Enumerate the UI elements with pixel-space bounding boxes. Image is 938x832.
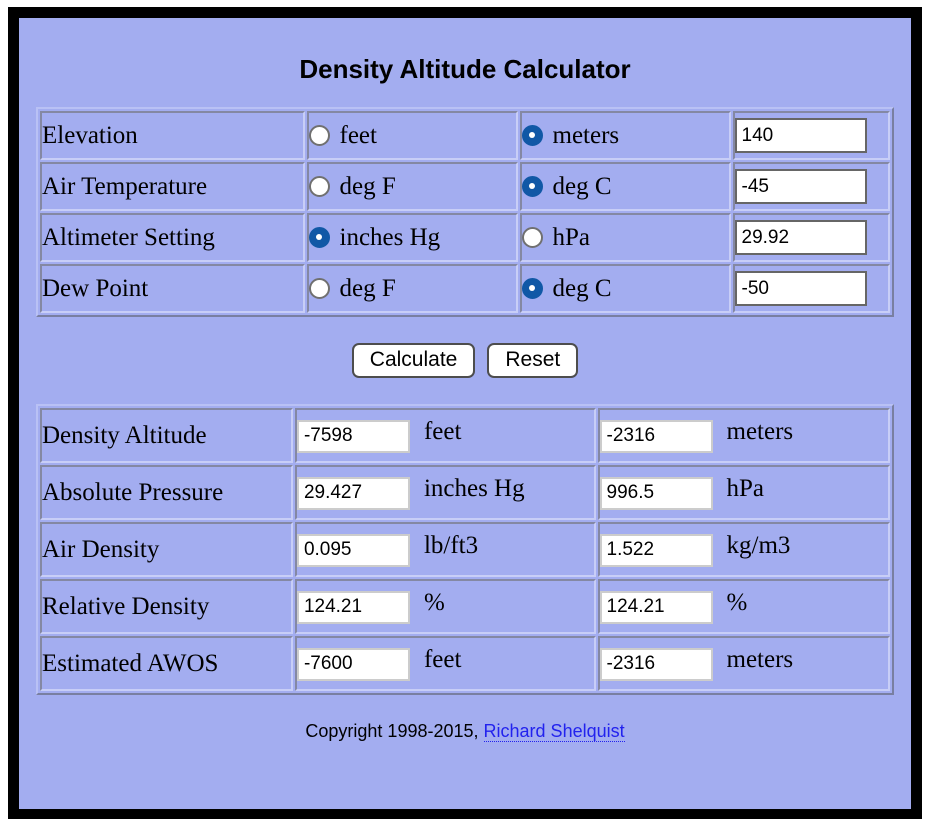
radio-icon[interactable] — [308, 226, 330, 248]
unit-label: % — [423, 589, 445, 617]
result-cell-estimated-awos-left: feet — [294, 636, 596, 692]
result-cell-absolute-pressure-right: hPa — [597, 465, 890, 521]
result-cell-density-altitude-right: meters — [597, 408, 890, 464]
relative-density-right-output[interactable] — [599, 590, 713, 624]
input-label-elevation: Elevation — [40, 111, 305, 160]
density-altitude-feet-output[interactable] — [296, 419, 410, 453]
footer: Copyright 1998-2015, Richard Shelquist — [19, 695, 911, 743]
radio-icon[interactable] — [521, 175, 543, 197]
dew-point-input[interactable] — [734, 271, 867, 306]
input-field-cell-dew-point — [732, 264, 890, 313]
table-row: Estimated AWOS feet meters — [40, 636, 890, 692]
unit-option-label: inches Hg — [339, 223, 441, 251]
air-density-lbft3-output[interactable] — [296, 533, 410, 567]
unit-option-altimeter-setting-b[interactable]: hPa — [519, 213, 731, 262]
unit-option-dew-point-a[interactable]: deg F — [306, 264, 518, 313]
unit-label: hPa — [726, 475, 765, 503]
input-label-air-temperature: Air Temperature — [40, 162, 305, 211]
table-row: Density Altitude feet meters — [40, 408, 890, 464]
result-cell-absolute-pressure-left: inches Hg — [294, 465, 596, 521]
altimeter-setting-input[interactable] — [734, 220, 867, 255]
radio-icon[interactable] — [521, 226, 543, 248]
result-label-relative-density: Relative Density — [40, 579, 293, 635]
relative-density-left-output[interactable] — [296, 590, 410, 624]
radio-icon[interactable] — [308, 124, 330, 146]
result-cell-air-density-right: kg/m3 — [597, 522, 890, 578]
result-label-air-density: Air Density — [40, 522, 293, 578]
input-field-cell-elevation — [732, 111, 890, 160]
air-temperature-input[interactable] — [734, 169, 867, 204]
radio-icon[interactable] — [308, 277, 330, 299]
result-label-estimated-awos: Estimated AWOS — [40, 636, 293, 692]
unit-label: kg/m3 — [726, 532, 791, 560]
unit-label: meters — [726, 418, 794, 446]
result-label-absolute-pressure: Absolute Pressure — [40, 465, 293, 521]
calculate-button[interactable]: Calculate — [351, 343, 476, 379]
unit-option-label: meters — [552, 121, 620, 149]
unit-option-label: feet — [339, 121, 377, 149]
result-cell-density-altitude-left: feet — [294, 408, 596, 464]
result-cell-air-density-left: lb/ft3 — [294, 522, 596, 578]
input-field-cell-altimeter-setting — [732, 213, 890, 262]
radio-icon[interactable] — [521, 124, 543, 146]
radio-icon[interactable] — [308, 175, 330, 197]
page-frame: Density Altitude Calculator Elevation fe… — [8, 7, 922, 819]
results-table: Density Altitude feet meters Absolute Pr… — [36, 404, 894, 696]
unit-option-elevation-a[interactable]: feet — [306, 111, 518, 160]
copyright-text: Copyright 1998-2015, — [305, 721, 479, 742]
page-title: Density Altitude Calculator — [299, 54, 631, 84]
unit-label: lb/ft3 — [423, 532, 479, 560]
unit-option-air-temperature-b[interactable]: deg C — [519, 162, 731, 211]
absolute-pressure-hpa-output[interactable] — [599, 476, 713, 510]
unit-option-altimeter-setting-a[interactable]: inches Hg — [306, 213, 518, 262]
radio-icon[interactable] — [521, 277, 543, 299]
density-altitude-meters-output[interactable] — [599, 419, 713, 453]
estimated-awos-meters-output[interactable] — [599, 647, 713, 681]
result-cell-relative-density-left: % — [294, 579, 596, 635]
unit-label: feet — [423, 418, 462, 446]
unit-option-dew-point-b[interactable]: deg C — [519, 264, 731, 313]
unit-option-air-temperature-a[interactable]: deg F — [306, 162, 518, 211]
input-label-altimeter-setting: Altimeter Setting — [40, 213, 305, 262]
input-label-dew-point: Dew Point — [40, 264, 305, 313]
estimated-awos-feet-output[interactable] — [296, 647, 410, 681]
author-link[interactable]: Richard Shelquist — [483, 721, 625, 743]
unit-option-label: deg F — [339, 172, 396, 200]
unit-option-label: deg C — [552, 274, 612, 302]
unit-label: % — [726, 589, 748, 617]
unit-option-label: hPa — [552, 223, 591, 251]
button-row: Calculate Reset — [19, 317, 911, 379]
reset-button[interactable]: Reset — [487, 343, 579, 379]
elevation-input[interactable] — [734, 118, 867, 153]
absolute-pressure-inhg-output[interactable] — [296, 476, 410, 510]
air-density-kgm3-output[interactable] — [599, 533, 713, 567]
result-cell-estimated-awos-right: meters — [597, 636, 890, 692]
input-field-cell-air-temperature — [732, 162, 890, 211]
unit-label: meters — [726, 646, 794, 674]
result-cell-relative-density-right: % — [597, 579, 890, 635]
table-row: Absolute Pressure inches Hg hPa — [40, 465, 890, 521]
table-row: Relative Density % % — [40, 579, 890, 635]
unit-label: inches Hg — [423, 475, 525, 503]
result-label-density-altitude: Density Altitude — [40, 408, 293, 464]
unit-option-label: deg C — [552, 172, 612, 200]
page-body: Density Altitude Calculator Elevation fe… — [19, 18, 911, 809]
unit-label: feet — [423, 646, 462, 674]
input-parameters-table: Elevation feet meters Air Temperature de… — [36, 107, 894, 317]
table-row: Air Density lb/ft3 kg/m3 — [40, 522, 890, 578]
unit-option-label: deg F — [339, 274, 396, 302]
unit-option-elevation-b[interactable]: meters — [519, 111, 731, 160]
table-row: Elevation feet meters — [40, 111, 890, 160]
table-row: Altimeter Setting inches Hg hPa — [40, 213, 890, 262]
table-row: Air Temperature deg F deg C — [40, 162, 890, 211]
table-row: Dew Point deg F deg C — [40, 264, 890, 313]
